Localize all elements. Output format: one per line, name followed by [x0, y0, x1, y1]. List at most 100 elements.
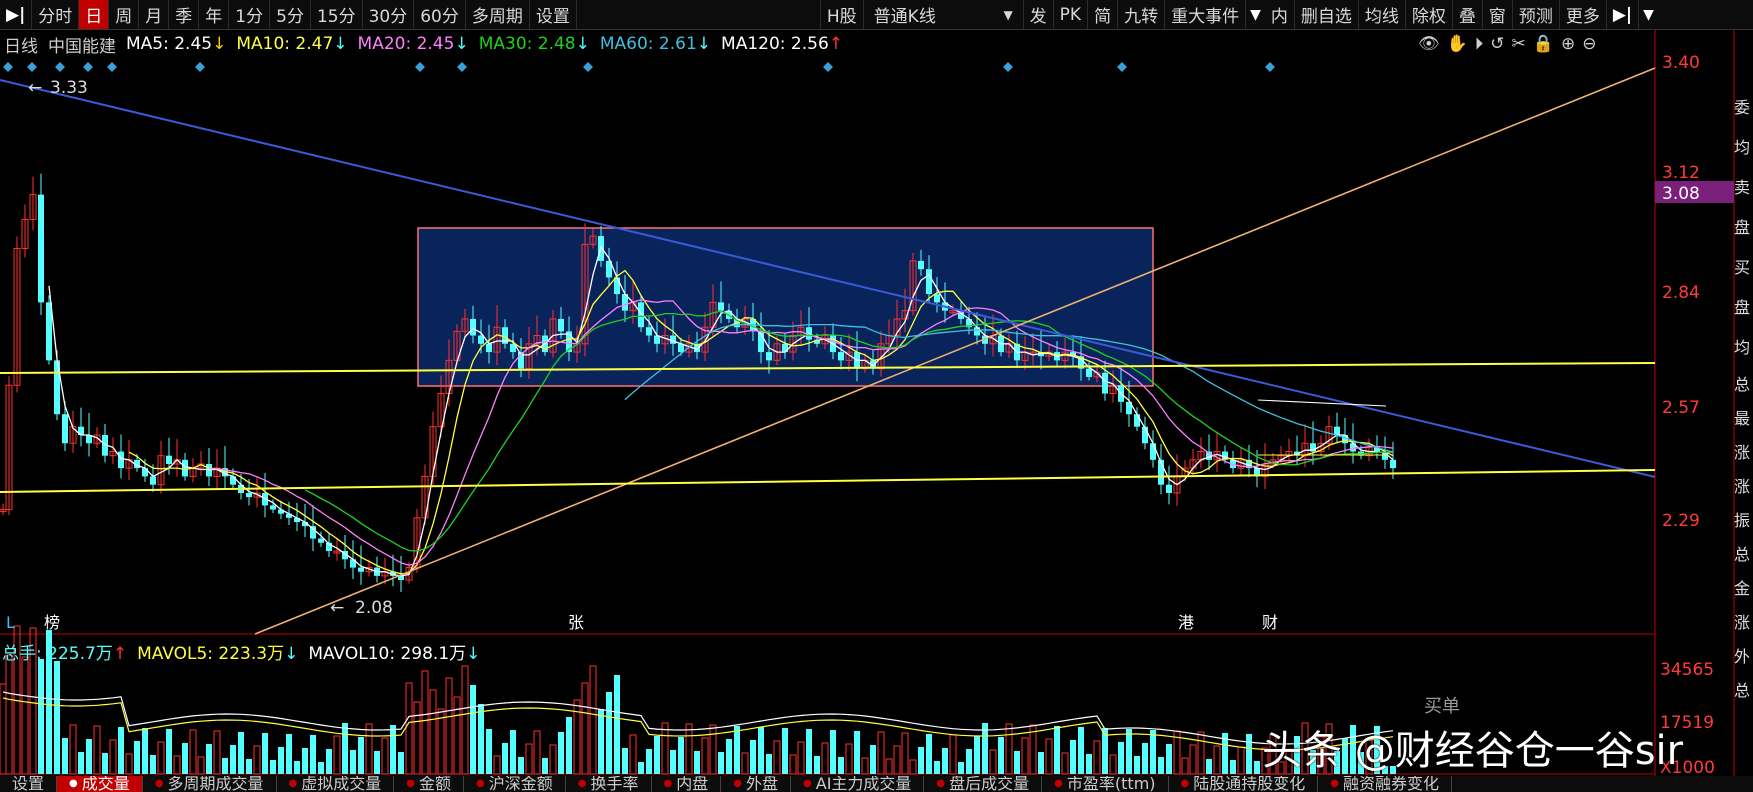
indicator-tab-label: 虚拟成交量	[301, 776, 382, 792]
tab-dot-icon: ●	[733, 778, 742, 789]
volume-bar	[78, 752, 84, 774]
volume-bar	[1086, 754, 1092, 774]
volume-bar	[1189, 744, 1197, 775]
side-panel-label: 盘	[1734, 218, 1751, 237]
indicator-tab[interactable]: 设置	[0, 776, 58, 792]
indicator-tab[interactable]: ● 盘后成交量	[924, 776, 1043, 792]
indicator-tab[interactable]: ● 内盘	[652, 776, 722, 792]
indicator-tab[interactable]: ● 多周期成交量	[143, 776, 277, 792]
indicator-tab[interactable]: ● 融资融券变化	[1318, 776, 1453, 792]
volume-bar	[93, 725, 101, 775]
volume-bar	[998, 737, 1004, 774]
volume-bar	[1045, 738, 1053, 775]
indicator-tab[interactable]: ● 沪深金额	[464, 776, 566, 792]
down-trend-line	[0, 79, 1656, 478]
candle-body	[1150, 443, 1156, 460]
indicator-tab[interactable]: ● 陆股通持股变化	[1169, 776, 1319, 792]
volume-bar	[797, 741, 805, 775]
volume-bar	[814, 756, 820, 774]
event-diamond-icon	[83, 62, 93, 72]
volume-bar	[982, 723, 988, 774]
volume-bar	[1230, 760, 1236, 774]
volume-bar	[326, 749, 332, 774]
price-axis-ticks: 3.40 3.12 2.84 2.57 2.29	[1662, 53, 1700, 531]
volume-bar	[1150, 730, 1156, 774]
indicator-tabs: 设置 ● 成交量 ● 多周期成交量 ● 虚拟成交量 ● 金额 ● 沪深金额 ● 换手率 ● 内盘 ● 外盘 ● AI…	[0, 776, 1753, 792]
low-label: 2.08	[355, 598, 393, 618]
volume-bar	[885, 758, 893, 775]
volume-bar	[62, 738, 68, 774]
marker-gang[interactable]: 港	[1178, 613, 1194, 632]
candle-body	[926, 269, 932, 295]
candle-body	[310, 526, 316, 539]
tab-dot-icon: ●	[406, 778, 415, 789]
marker-cai[interactable]: 财	[1262, 613, 1278, 632]
candle-body	[718, 302, 724, 311]
volume-bar	[189, 729, 197, 775]
indicator-tab-label: 设置	[12, 776, 45, 792]
indicator-tab[interactable]: ● 外盘	[721, 776, 792, 792]
indicator-tab-label: 市盈率(ttm)	[1066, 776, 1156, 792]
volume-bar	[1109, 754, 1117, 775]
volume-bar	[238, 732, 244, 774]
consolidation-box	[417, 227, 1154, 387]
volume-bar	[125, 753, 133, 775]
candle-body	[270, 505, 276, 510]
event-diamond-icon	[457, 62, 467, 72]
marker-bang[interactable]: 榜	[44, 613, 60, 632]
volume-bar	[342, 723, 348, 774]
volume-bar	[390, 725, 396, 774]
volume-bar	[1237, 746, 1245, 775]
candle-body	[838, 352, 844, 361]
volume-bar	[741, 752, 749, 775]
price-tick-2: 3.12	[1662, 163, 1700, 183]
volume-bar	[942, 748, 948, 774]
volume-bar	[134, 741, 140, 774]
side-panel-label: 外	[1734, 647, 1751, 666]
event-diamond-icon	[195, 62, 205, 72]
indicator-tab[interactable]: ● 市盈率(ttm)	[1042, 776, 1169, 792]
volume-bar	[358, 737, 364, 774]
indicator-tab[interactable]: ● AI主力成交量	[791, 776, 925, 792]
volume-bar	[845, 743, 853, 775]
volume-bar	[1014, 751, 1020, 774]
tab-dot-icon: ●	[663, 778, 673, 789]
event-diamond-icon	[823, 62, 833, 72]
event-diamond-icon	[1265, 62, 1275, 72]
volume-bar	[445, 677, 453, 775]
indicator-tab[interactable]: ● 成交量	[57, 776, 143, 792]
event-diamond-icon	[3, 62, 13, 72]
event-diamond-icon	[583, 62, 593, 72]
volume-bar	[405, 682, 413, 775]
volume-bar	[1061, 752, 1069, 775]
volume-bar	[222, 758, 228, 774]
marker-l[interactable]: L	[6, 613, 15, 632]
indicator-tab[interactable]: ● 金额	[394, 776, 465, 792]
candle-body	[558, 318, 564, 332]
event-markers[interactable]	[3, 62, 1275, 72]
info-markers[interactable]: L 榜 张 港 财	[6, 613, 1278, 632]
indicator-tab[interactable]: ● 虚拟成交量	[277, 776, 395, 792]
kline-chart[interactable]: 3.40 3.12 2.84 2.57 2.29 3.08 34565 1751…	[0, 0, 1753, 792]
volume-bar	[678, 737, 684, 774]
volume-tick-1: 34565	[1660, 660, 1714, 680]
volume-bar	[1118, 742, 1124, 774]
volume-bar	[654, 736, 660, 774]
candle-body	[918, 260, 924, 270]
volume-bar	[493, 755, 501, 775]
side-panel-label: 均	[1734, 138, 1751, 157]
mavol5-value: MAVOL5: 223.3万↓	[137, 644, 299, 664]
indicator-tab-label: AI主力成交量	[815, 776, 912, 792]
high-label: 3.33	[50, 78, 88, 98]
volume-bar	[1213, 745, 1221, 775]
marker-zhang[interactable]: 张	[568, 613, 584, 632]
volume-bar	[549, 744, 557, 775]
volume-bar	[966, 749, 972, 774]
watermark: 头条 @财经谷仓一谷sir	[1262, 728, 1684, 774]
volume-bar	[1166, 744, 1172, 774]
indicator-tab[interactable]: ● 换手率	[566, 776, 652, 792]
volume-bar	[310, 735, 316, 774]
candle-body	[614, 277, 620, 295]
candle-body	[1134, 414, 1140, 427]
side-panel-label: 盘	[1734, 298, 1751, 317]
